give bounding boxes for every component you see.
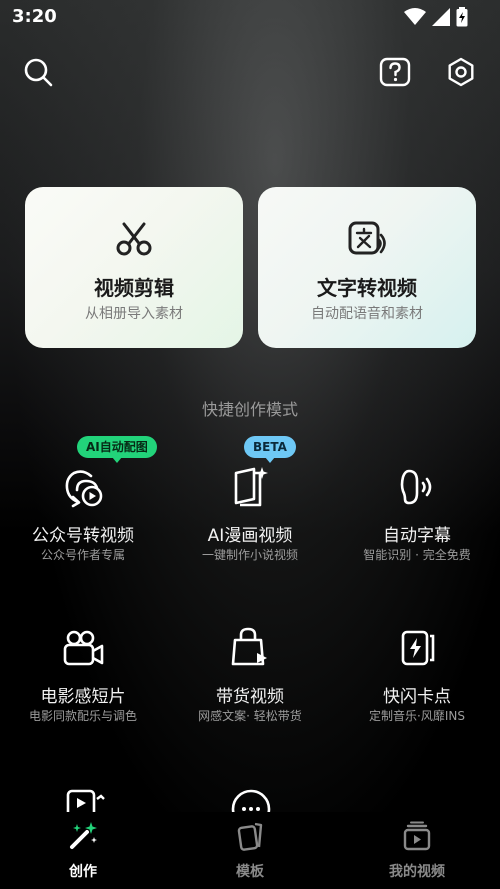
my-videos-icon xyxy=(403,821,431,851)
mode-title: AI漫画视频 xyxy=(207,526,293,546)
mode-subtitle: 智能识别 · 完全免费 xyxy=(363,548,471,562)
nav-label: 创作 xyxy=(69,864,97,880)
movie-camera-icon xyxy=(63,630,104,666)
nav-create[interactable]: 创作 xyxy=(0,812,166,889)
battery-icon xyxy=(456,7,468,27)
status-icons xyxy=(404,7,468,27)
help-icon[interactable] xyxy=(378,55,412,89)
video-edit-card[interactable]: 视频剪辑 从相册导入素材 xyxy=(25,187,243,348)
mode-article-to-video[interactable]: 公众号转视频 公众号作者专属 xyxy=(0,465,166,575)
mode-title: 自动字幕 xyxy=(383,526,451,546)
mode-cinematic-short[interactable]: 电影感短片 电影同款配乐与调色 xyxy=(0,626,166,736)
card-subtitle: 从相册导入素材 xyxy=(85,306,183,322)
mode-title: 快闪卡点 xyxy=(383,687,451,707)
mode-title: 电影感短片 xyxy=(40,687,126,707)
ai-badge: AI自动配图 xyxy=(77,436,157,463)
template-icon xyxy=(237,822,263,851)
scissors-icon xyxy=(116,222,152,256)
mode-title: 带货视频 xyxy=(216,687,284,707)
search-icon[interactable] xyxy=(21,55,55,89)
text-to-video-card[interactable]: 文字转视频 自动配语音和素材 xyxy=(258,187,476,348)
mode-ai-comic-video[interactable]: AI漫画视频 一键制作小说视频 xyxy=(167,465,333,575)
flash-beat-icon xyxy=(401,630,435,666)
mode-subtitle: 公众号作者专属 xyxy=(40,548,125,562)
auto-caption-icon xyxy=(400,469,432,505)
card-subtitle: 自动配语音和素材 xyxy=(311,306,423,322)
mode-auto-caption[interactable]: 自动字幕 智能识别 · 完全免费 xyxy=(334,465,500,575)
section-title: 快捷创作模式 xyxy=(201,400,298,419)
mode-subtitle: 网感文案· 轻松带货 xyxy=(198,709,302,723)
nav-label: 模板 xyxy=(236,864,264,880)
mode-flash-beat[interactable]: 快闪卡点 定制音乐·风靡INS xyxy=(334,626,500,736)
status-bar: 3:20 xyxy=(0,0,500,34)
mode-title: 公众号转视频 xyxy=(32,526,134,546)
article-convert-icon xyxy=(65,470,103,508)
mode-shopping-video[interactable]: 带货视频 网感文案· 轻松带货 xyxy=(167,626,333,736)
magic-wand-icon xyxy=(70,822,97,849)
nav-my-videos[interactable]: 我的视频 xyxy=(334,812,500,889)
text-to-video-icon xyxy=(348,221,386,255)
bottom-nav: 创作 模板 我的视频 xyxy=(0,812,500,889)
card-title: 视频剪辑 xyxy=(94,276,174,300)
status-time: 3:20 xyxy=(12,6,57,27)
mode-subtitle: 定制音乐·风靡INS xyxy=(369,709,465,723)
card-title: 文字转视频 xyxy=(317,276,417,300)
nav-templates[interactable]: 模板 xyxy=(167,812,333,889)
settings-icon[interactable] xyxy=(444,55,478,89)
ai-comic-icon xyxy=(234,467,268,507)
nav-label: 我的视频 xyxy=(389,864,445,880)
shopping-bag-icon xyxy=(231,627,267,666)
signal-icon xyxy=(432,8,450,26)
mode-subtitle: 一键制作小说视频 xyxy=(201,548,298,562)
mode-subtitle: 电影同款配乐与调色 xyxy=(28,709,137,723)
beta-badge: BETA xyxy=(244,436,296,463)
wifi-icon xyxy=(404,8,426,25)
